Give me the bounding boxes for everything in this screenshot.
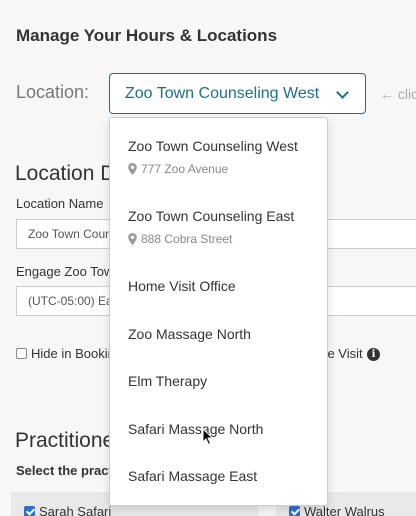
map-pin-icon [128,233,137,245]
click-hint: ← click [380,86,416,102]
map-pin-icon [128,163,137,175]
dropdown-option-address-text: 777 Zoo Avenue [141,162,229,176]
dropdown-option-address-text: 888 Cobra Street [141,232,233,246]
dropdown-option[interactable]: Safari Massage East [128,468,257,484]
dropdown-option[interactable]: Safari Massage North [128,421,263,437]
location-label: Location: [16,82,90,102]
hide-in-booking-checkbox[interactable] [16,348,27,359]
dropdown-option-address: 888 Cobra Street [128,232,232,246]
page-title: Manage Your Hours & Locations [16,26,278,45]
dropdown-option-address: 777 Zoo Avenue [128,162,228,176]
info-icon[interactable]: i [367,348,380,361]
dropdown-option-label: Zoo Town Counseling West [128,138,298,154]
location-select[interactable]: Zoo Town Counseling West [109,73,366,114]
chevron-down-icon [336,86,349,99]
dropdown-option[interactable]: Zoo Massage North [128,326,251,342]
practitioner-checkbox[interactable] [289,506,300,516]
dropdown-option-label: Zoo Town Counseling East [128,208,295,224]
location-dropdown-menu: Zoo Town Counseling West 777 Zoo Avenue … [109,117,328,506]
location-name-label: Location Name [16,196,104,211]
mouse-cursor-icon [202,428,214,446]
practitioner-name: Sarah Safari [39,504,112,516]
location-select-value: Zoo Town Counseling West [125,84,320,102]
dropdown-option[interactable]: Home Visit Office [128,278,236,294]
practitioner-checkbox[interactable] [24,506,35,516]
dropdown-option[interactable]: Elm Therapy [128,373,207,389]
